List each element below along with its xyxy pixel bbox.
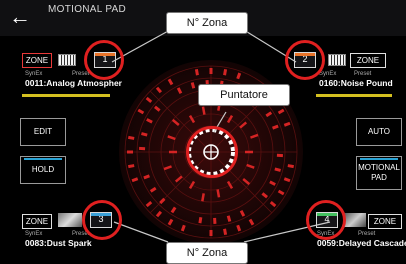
zone-1-highlight-ring (84, 40, 124, 80)
zone-4-highlight-ring (306, 200, 346, 240)
zone-3-tone-type: SynEx (25, 231, 42, 237)
pad-segment (196, 69, 197, 75)
pad-segment (284, 179, 290, 181)
zone-1-level-bar (22, 94, 110, 97)
hold-indicator (24, 158, 62, 160)
pad-segment (225, 229, 226, 235)
zone-1-button[interactable]: ZONE (22, 53, 52, 68)
pad-segment (228, 216, 230, 222)
pad-segment (238, 225, 240, 231)
screen-title: MOTIONAL PAD (48, 4, 126, 15)
edit-button[interactable]: EDIT (20, 118, 66, 146)
pad-segment (275, 169, 281, 171)
zone-2-tone-name: 0160:Noise Pound (319, 78, 393, 88)
keyboard-icon (328, 54, 346, 66)
motional-pad-button[interactable]: MOTIONAL PAD (356, 156, 402, 190)
zone-4-tone-bank: Preset (358, 231, 375, 237)
zone-1-tone-bank: Preset (72, 71, 89, 77)
zone-2-button[interactable]: ZONE (350, 53, 386, 68)
pad-inner-mark (203, 107, 204, 115)
zone-2-tone-type: SynEx (319, 71, 336, 77)
pad-segment (128, 166, 134, 167)
zone-2-level-bar (316, 94, 392, 97)
pad-segment (225, 69, 226, 75)
pad-segment (128, 137, 134, 138)
back-arrow-icon[interactable]: ← (4, 6, 36, 30)
zone-3-highlight-ring (82, 200, 122, 240)
fx-icon (344, 213, 366, 227)
pad-inner-mark (202, 193, 203, 201)
pointer-highlight-ring (186, 126, 238, 178)
zone-2-tone-bank: Preset (354, 71, 371, 77)
hold-button[interactable]: HOLD (20, 156, 66, 184)
pad-segment (284, 123, 290, 125)
hold-button-label: HOLD (32, 165, 54, 175)
keyboard-icon (58, 54, 76, 66)
pad-segment (288, 166, 294, 167)
pointer-callout: Puntatore (198, 84, 290, 106)
pad-segment (144, 176, 150, 178)
pad-segment (200, 217, 201, 223)
pad-segment (132, 179, 138, 181)
zone-1-tone-type: SynEx (25, 71, 42, 77)
zone-2-tone[interactable]: SynEx Preset 0160:Noise Pound (316, 70, 392, 92)
pad-segment (273, 126, 279, 128)
pad-segment (141, 134, 147, 136)
zone-3-tone-name: 0083:Dust Spark (25, 238, 92, 248)
zone-2-highlight-ring (285, 40, 325, 80)
drum-icon (58, 213, 82, 227)
zone-4-button[interactable]: ZONE (368, 214, 402, 229)
zone-number-callout-bottom: N° Zona (166, 242, 248, 264)
pad-segment (192, 82, 194, 88)
auto-button[interactable]: AUTO (356, 118, 402, 146)
pad-inner-mark (218, 189, 219, 197)
motional-pad-button-label: MOTIONAL PAD (357, 163, 401, 183)
pad-segment (182, 225, 184, 231)
zone-3-button[interactable]: ZONE (22, 214, 52, 229)
zone-number-callout-top: N° Zona (166, 12, 248, 34)
pad-segment (238, 73, 240, 79)
motional-pad-indicator (360, 158, 398, 160)
